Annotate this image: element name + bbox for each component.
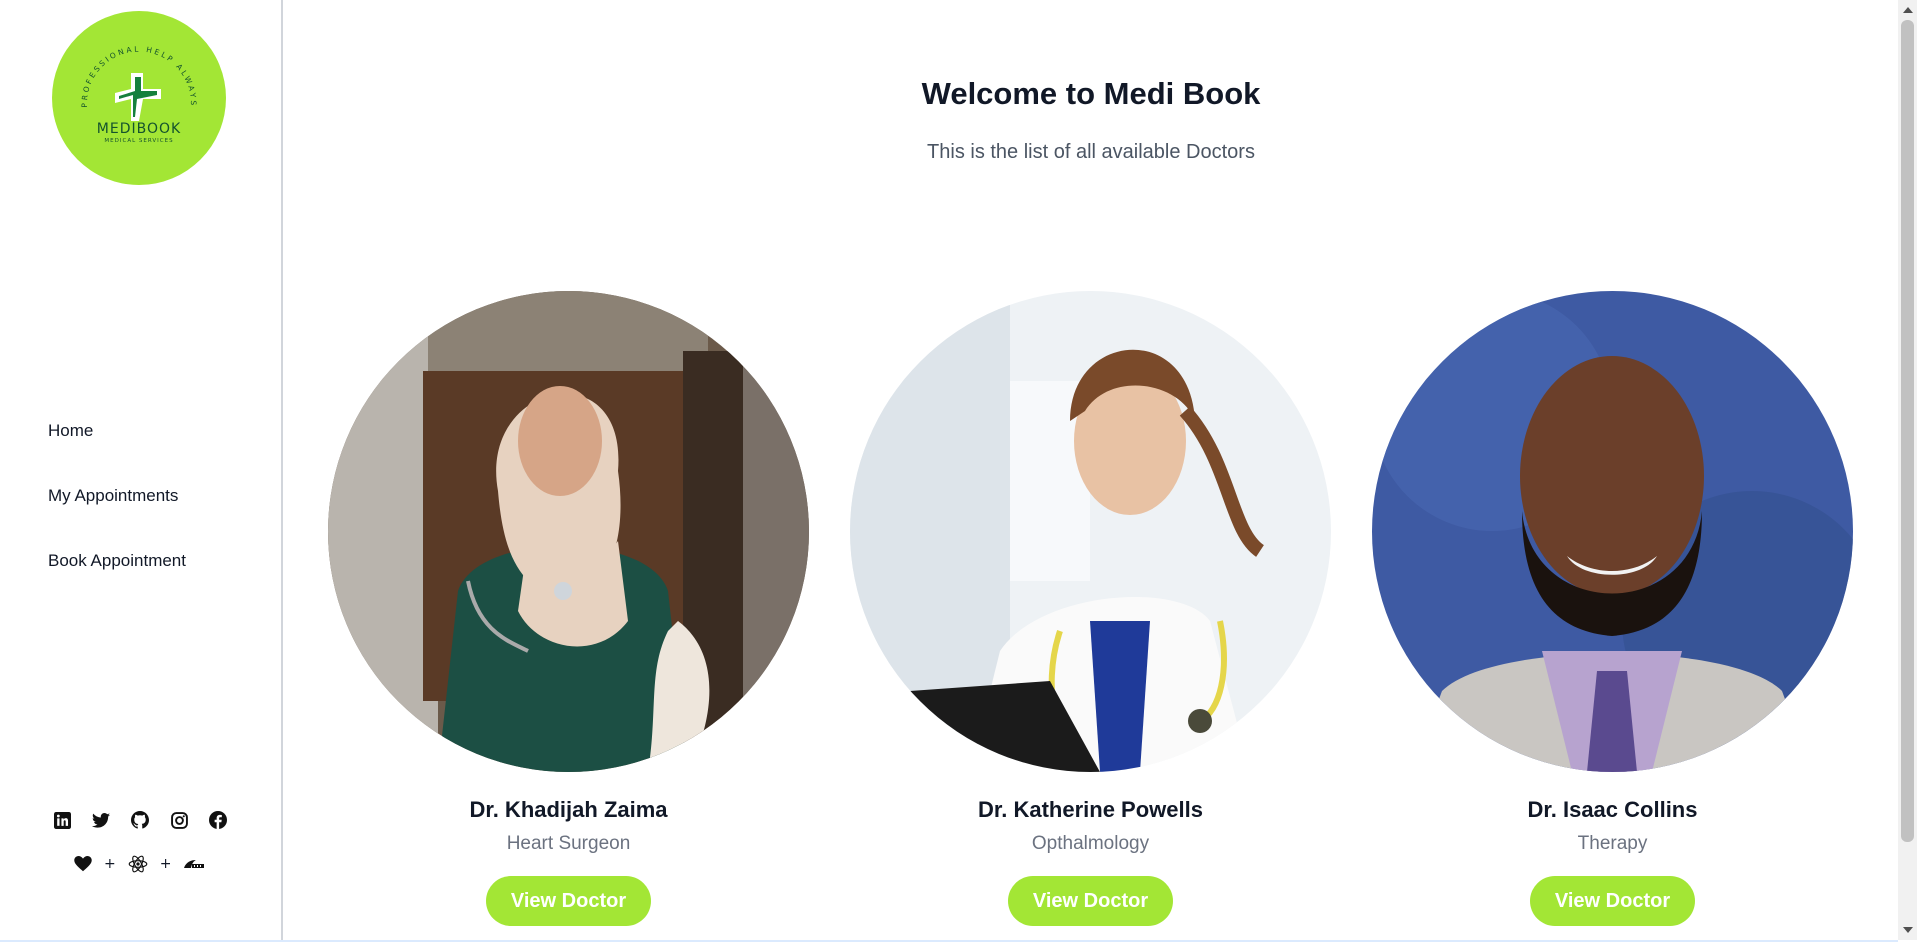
linkedin-icon[interactable] — [52, 810, 72, 830]
medical-cross-icon — [115, 73, 161, 121]
sidebar: PROFESSIONAL HELP ALWAYS MEDIBOOK MEDICA… — [0, 0, 283, 940]
logo-brand-name: MEDIBOOK — [96, 121, 182, 137]
view-doctor-button[interactable]: View Doctor — [486, 876, 651, 926]
doctor-name: Dr. Khadijah Zaima — [469, 797, 668, 822]
twitter-icon[interactable] — [91, 810, 111, 830]
scroll-thumb[interactable] — [1901, 20, 1914, 842]
sidebar-item-book-appointment[interactable]: Book Appointment — [48, 548, 186, 613]
doctor-specialty: Therapy — [1577, 833, 1648, 854]
plus-separator: + — [159, 856, 172, 872]
sidebar-item-home[interactable]: Home — [48, 418, 186, 483]
doctor-name: Dr. Katherine Powells — [978, 797, 1203, 822]
page-subtitle: This is the list of all available Doctor… — [927, 141, 1255, 163]
main-content: Welcome to Medi Book This is the list of… — [285, 0, 1897, 940]
instagram-icon[interactable] — [169, 810, 189, 830]
view-doctor-button[interactable]: View Doctor — [1008, 876, 1173, 926]
doctor-photo[interactable] — [850, 291, 1331, 772]
built-with: + + — [74, 854, 205, 874]
rails-icon — [183, 859, 205, 869]
logo-tagline: MEDICAL SERVICES — [104, 138, 174, 144]
social-links — [52, 810, 228, 830]
facebook-icon[interactable] — [208, 810, 228, 830]
doctor-specialty: Opthalmology — [1031, 833, 1150, 854]
sidebar-item-my-appointments[interactable]: My Appointments — [48, 483, 186, 548]
doctor-name: Dr. Isaac Collins — [1527, 797, 1698, 822]
doctor-photo[interactable] — [1372, 291, 1853, 772]
react-icon — [128, 854, 148, 874]
github-icon[interactable] — [130, 810, 150, 830]
view-doctor-button[interactable]: View Doctor — [1530, 876, 1695, 926]
page-title: Welcome to Medi Book — [921, 76, 1261, 111]
sidebar-nav: Home My Appointments Book Appointment — [48, 418, 186, 613]
plus-separator: + — [104, 856, 116, 872]
doctor-card: Dr. Katherine Powells Opthalmology View … — [850, 291, 1331, 926]
doctor-photo[interactable] — [328, 291, 809, 772]
doctor-card: Dr. Khadijah Zaima Heart Surgeon View Do… — [328, 291, 809, 926]
medibook-logo[interactable]: PROFESSIONAL HELP ALWAYS MEDIBOOK MEDICA… — [52, 11, 226, 185]
doctor-specialty: Heart Surgeon — [506, 833, 631, 854]
heart-icon — [74, 856, 92, 872]
scroll-down-arrow-icon[interactable] — [1903, 927, 1913, 933]
doctor-card: Dr. Isaac Collins Therapy View Doctor — [1372, 291, 1853, 926]
vertical-scrollbar[interactable] — [1898, 0, 1917, 940]
scroll-up-arrow-icon[interactable] — [1903, 7, 1913, 13]
